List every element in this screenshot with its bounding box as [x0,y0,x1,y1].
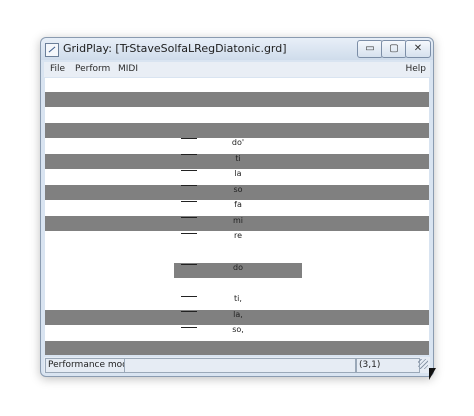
note-label: fa [234,200,242,209]
mouse-cursor-icon [429,368,436,380]
pitch-dash [181,233,197,234]
grid-stripe [45,341,429,355]
menu-file[interactable]: File [50,64,65,74]
close-button[interactable]: ✕ [405,40,431,58]
note-label: ti, [234,294,242,303]
note-label: so, [232,325,244,334]
status-panel [124,358,356,373]
status-mode: Performance mod [45,358,125,373]
pitch-dash [181,154,197,155]
minimize-button[interactable]: ▭ [357,40,383,58]
pitch-dash [181,264,197,265]
maximize-button[interactable]: ▢ [381,40,407,58]
app-window: GridPlay: [TrStaveSolfaLRegDiatonic.grd]… [40,37,434,377]
menu-perform[interactable]: Perform [75,64,110,74]
status-position: (3,1) [356,358,420,373]
menu-midi[interactable]: MIDI [118,64,138,74]
note-label: re [233,231,243,240]
pitch-dash [181,217,197,218]
window-title: GridPlay: [TrStaveSolfaLRegDiatonic.grd] [63,42,287,55]
grid-stripe [45,123,429,138]
pitch-dash [181,201,197,202]
menu-bar: File Perform MIDI Help [44,62,430,77]
note-label: la [234,169,242,178]
pitch-dash [181,185,197,186]
status-bar: Performance mod (3,1) [44,357,430,373]
pitch-dash [181,311,197,312]
pitch-dash [181,138,197,139]
grid-stripe [45,92,429,107]
title-bar[interactable]: GridPlay: [TrStaveSolfaLRegDiatonic.grd]… [41,38,433,60]
menu-help[interactable]: Help [405,64,426,74]
resize-grip-icon[interactable] [418,359,428,369]
pitch-dash [181,170,197,171]
note-label: ti [235,154,241,163]
note-label: mi [232,216,243,225]
app-icon [45,43,59,57]
note-label-highlighted: do [233,263,243,272]
note-label: la, [233,310,243,319]
note-label: so [233,185,243,194]
pitch-dash [181,296,197,297]
grid-canvas[interactable]: do' ti la so fa mi re do ti, la, so, [45,78,429,355]
note-label: do' [231,138,245,147]
pitch-dash [181,327,197,328]
